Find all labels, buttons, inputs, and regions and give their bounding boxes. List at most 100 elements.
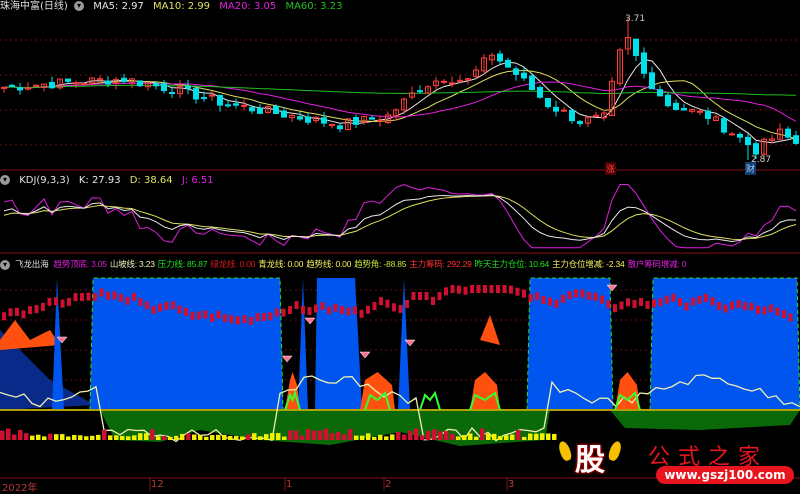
volume-bar [84, 436, 89, 440]
trend-segment [275, 308, 279, 317]
volume-bar [18, 429, 23, 440]
candle-body [17, 87, 23, 91]
volume-bar [240, 436, 245, 440]
kdj-j-value: J: 6.51 [181, 175, 214, 186]
candle-body [745, 136, 751, 146]
trend-segment [171, 301, 175, 310]
trend-segment [164, 301, 169, 310]
trend-segment [125, 296, 130, 305]
trend-segment [489, 285, 494, 293]
time-axis-label: 3 [508, 479, 515, 490]
candle-body [257, 107, 263, 114]
trend-segment [60, 299, 65, 308]
volume-bar [126, 436, 131, 440]
volume-bar [354, 435, 359, 440]
indicator-value: 昨天主力仓位: 10.64 [474, 259, 550, 269]
candle-body [281, 110, 287, 118]
candle-body [521, 72, 527, 79]
volume-bar [360, 435, 365, 440]
trend-segment [561, 294, 565, 303]
volume-bar [258, 436, 263, 440]
volume-bar [330, 433, 335, 440]
trend-segment [593, 292, 598, 301]
volume-bar [282, 436, 287, 440]
chevron-down-icon[interactable]: ▾ [74, 1, 84, 11]
volume-bar [516, 429, 521, 440]
volume-bar [384, 436, 389, 440]
volume-bar [366, 433, 371, 440]
cai-marker[interactable]: 财 [745, 162, 757, 175]
trend-segment [34, 305, 39, 314]
trend-segment [281, 308, 286, 317]
indicator-value: 趋势角: -88.85 [354, 259, 407, 269]
kdj-k-value: K: 27.93 [78, 175, 121, 186]
trend-segment [8, 308, 13, 317]
candle-body [785, 128, 791, 138]
volume-bar [54, 434, 59, 440]
trend-segment [249, 316, 253, 325]
candle-body [657, 89, 663, 97]
volume-bar [138, 433, 143, 440]
volume-bar [180, 433, 185, 440]
volume-bar [546, 433, 551, 440]
volume-bar [162, 435, 167, 440]
candle-body [321, 117, 327, 124]
volume-bar [498, 436, 503, 440]
candle-body [753, 143, 759, 155]
trend-segment [528, 294, 533, 303]
zhang-marker[interactable]: 涨 [605, 162, 617, 175]
green-zigzag [419, 390, 441, 411]
volume-bar [48, 433, 53, 440]
chevron-down-icon[interactable]: ▾ [0, 175, 10, 185]
trend-segment [541, 295, 546, 304]
candle-body [633, 38, 639, 56]
diamond-icon [359, 351, 371, 359]
candle-body [513, 68, 519, 75]
indicator-value: 绿龙线: 0.00 [210, 259, 256, 269]
chevron-down-icon[interactable]: ▾ [0, 259, 10, 270]
trend-segment [229, 315, 234, 324]
candle-body [249, 107, 255, 112]
volume-bar [420, 435, 425, 440]
trend-segment [262, 313, 266, 322]
volume-bar [90, 435, 95, 440]
trend-segment [756, 305, 760, 314]
volume-bar [168, 436, 173, 440]
trend-segment [782, 310, 786, 319]
trend-segment [769, 304, 773, 313]
trend-segment [509, 285, 513, 294]
chart-canvas[interactable] [0, 0, 800, 491]
indicator-panel-header: ▾ 飞龙出海 趋势顶底: 3.05 山坡线: 3.23 压力线: 85.87 绿龙线:… [0, 257, 800, 271]
trend-segment [138, 297, 143, 306]
watermark-logo: 股 [575, 443, 605, 478]
trend-segment [580, 289, 585, 298]
volume-bar [456, 436, 461, 440]
trend-segment [450, 285, 455, 293]
kdj-title: KDJ(9,3,3) [19, 175, 70, 186]
volume-bar [174, 435, 179, 440]
trend-segment [717, 301, 721, 310]
trend-segment [502, 285, 507, 293]
volume-bar [390, 434, 395, 440]
trend-segment [678, 298, 682, 307]
ma5-line [3, 58, 797, 144]
volume-bar [192, 434, 197, 440]
candle-body [9, 84, 15, 87]
trend-segment [21, 310, 26, 319]
volume-bar [216, 434, 221, 440]
trend-segment [385, 299, 390, 308]
volume-bar [60, 434, 65, 440]
trend-segment [587, 292, 591, 301]
trend-segment [762, 306, 767, 315]
volume-bar [234, 435, 239, 440]
indicator-value: 主力仓位增减: -2.34 [552, 259, 625, 269]
trend-segment [119, 293, 123, 302]
candle-body [545, 98, 551, 108]
trend-segment [788, 313, 793, 322]
candle-body [105, 80, 111, 85]
green-fill [100, 410, 550, 446]
volume-bar [42, 436, 47, 440]
volume-bar [12, 434, 17, 440]
indicator-value: 压力线: 85.87 [157, 259, 208, 269]
trend-segment [535, 292, 539, 301]
